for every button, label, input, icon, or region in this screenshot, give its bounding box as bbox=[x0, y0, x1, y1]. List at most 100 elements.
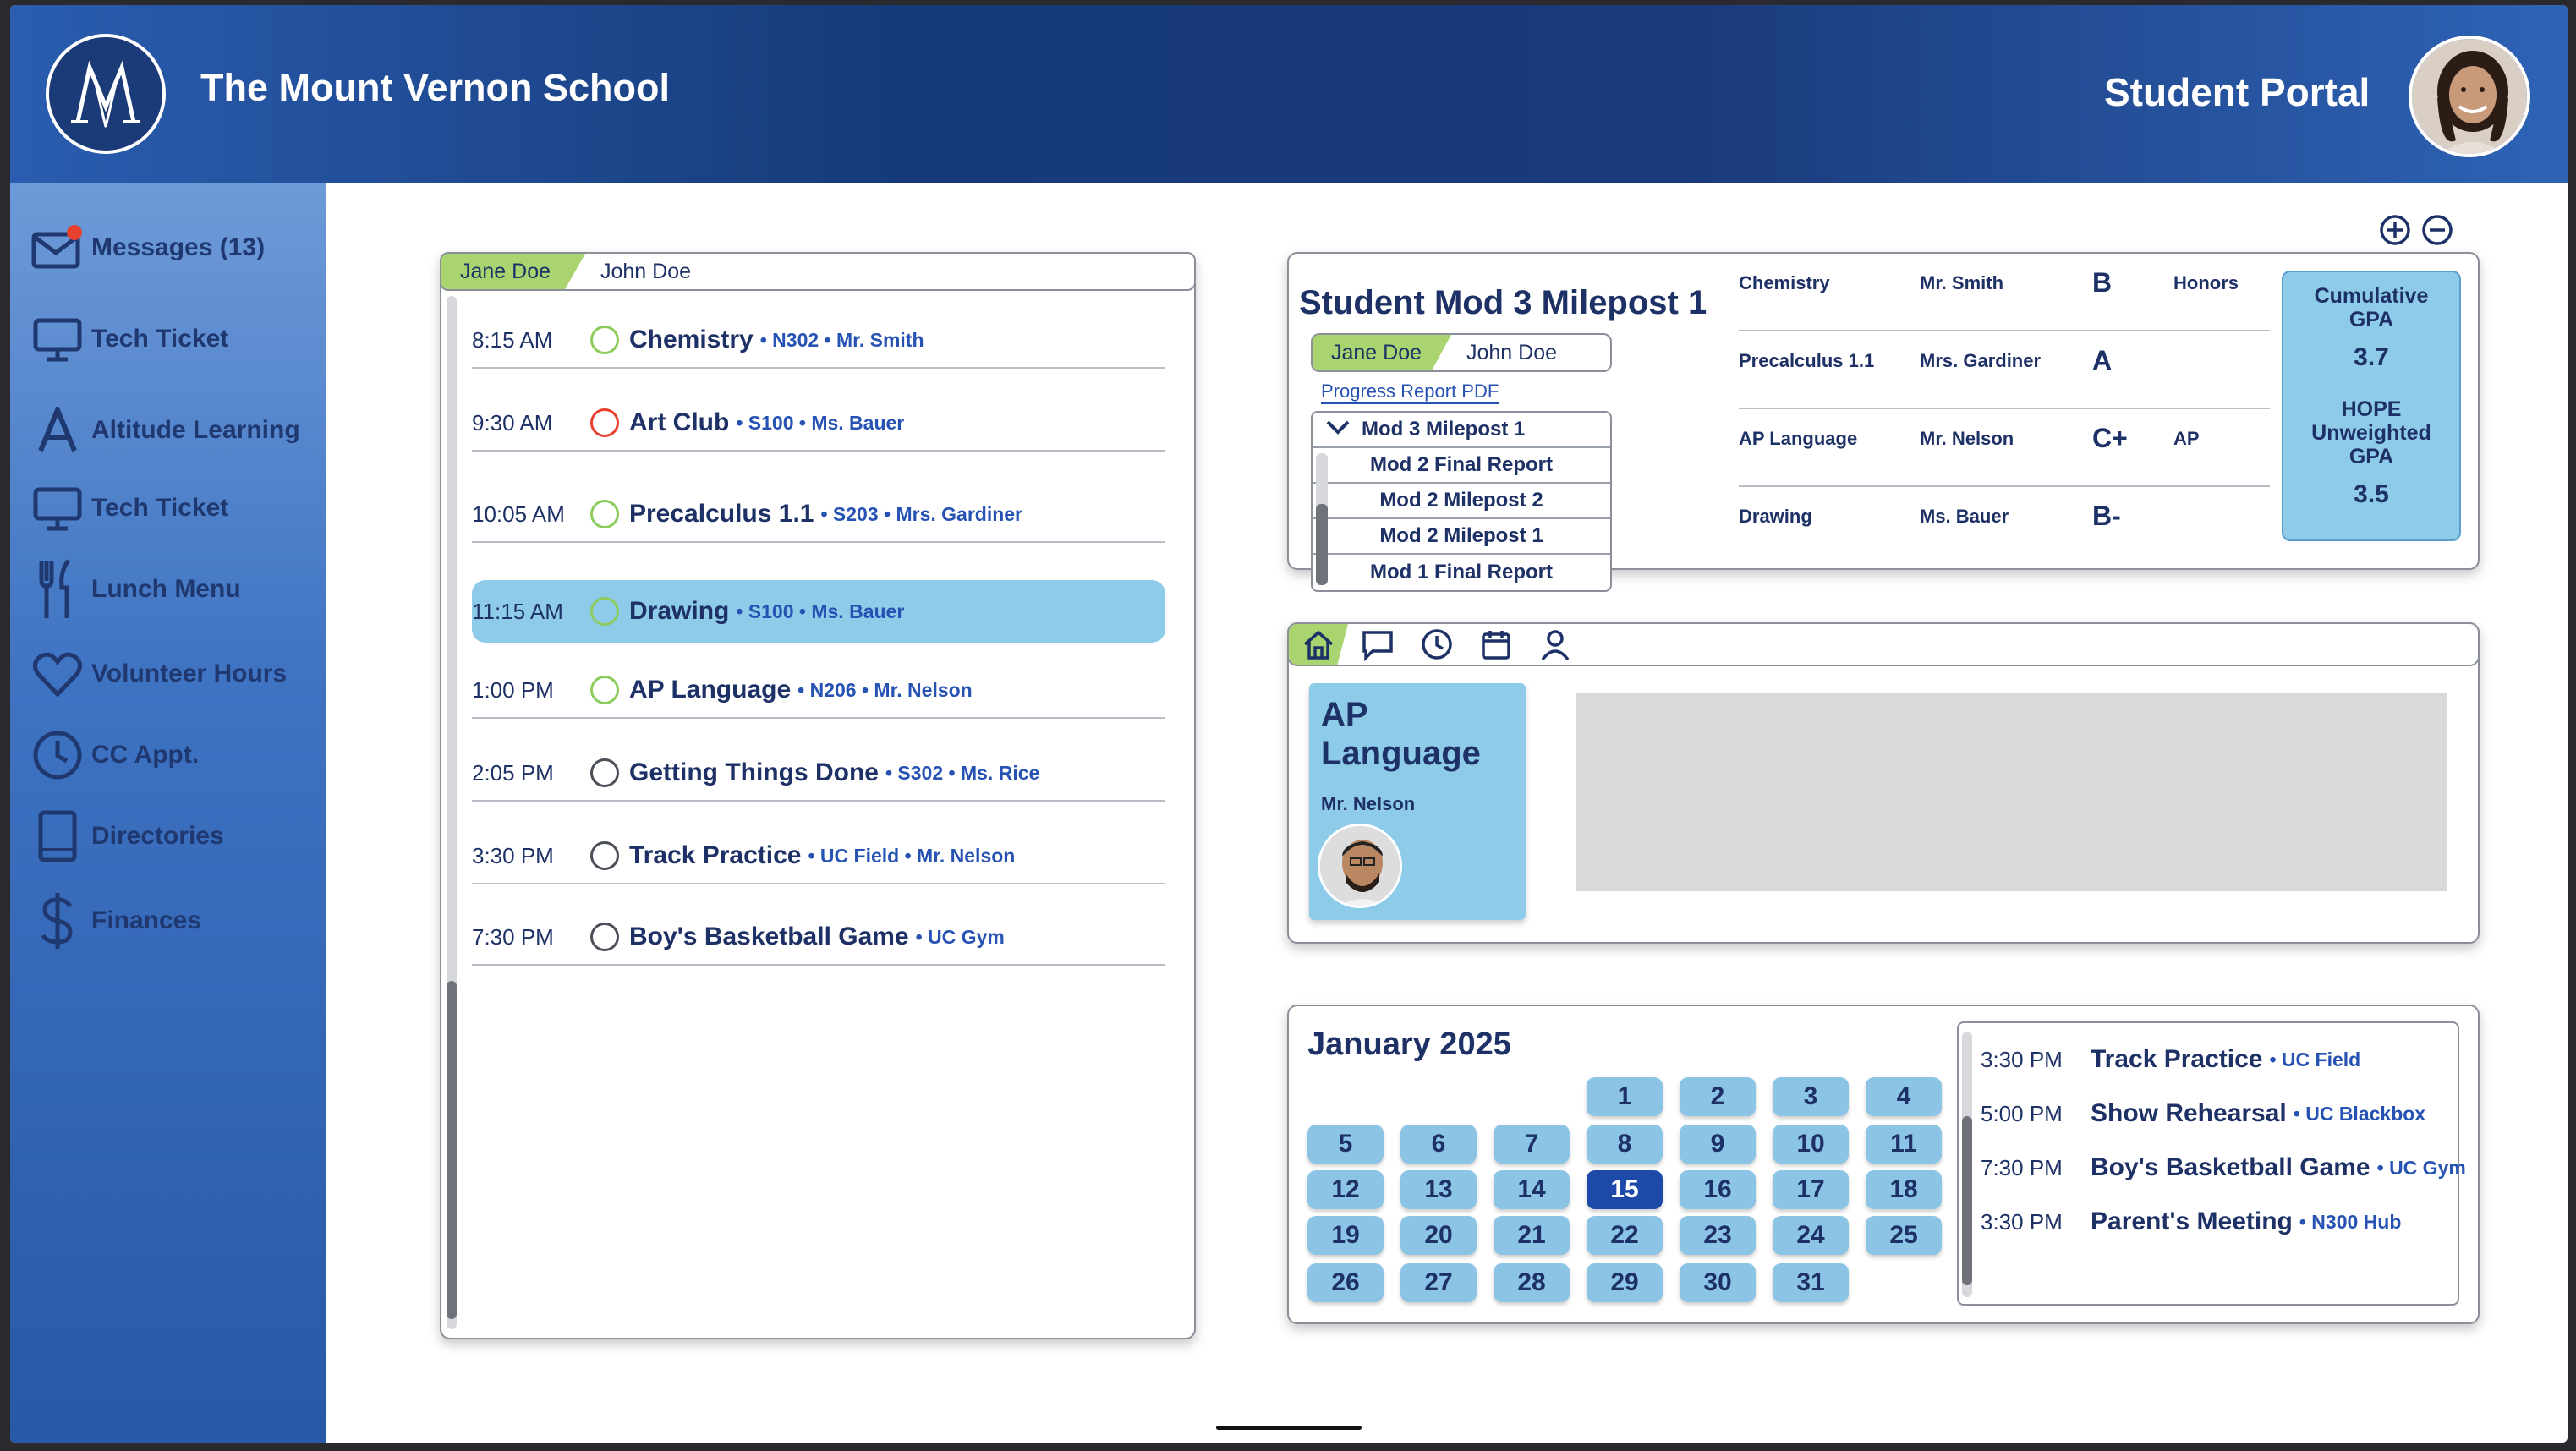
tab-profile[interactable] bbox=[1526, 624, 1585, 665]
sidebar-item-tech-ticket[interactable]: Tech Ticket bbox=[29, 309, 228, 369]
grade-row[interactable]: Chemistry Mr. Smith B Honors bbox=[1739, 254, 2270, 331]
dropdown-scrollbar[interactable] bbox=[1316, 453, 1328, 585]
calendar-day[interactable]: 24 bbox=[1773, 1216, 1849, 1255]
event-row[interactable]: 3:30 PM Parent's Meeting • N300 Hub bbox=[1981, 1201, 2401, 1243]
tab-schedule[interactable] bbox=[1407, 624, 1466, 665]
status-circle-icon[interactable] bbox=[590, 676, 619, 704]
tab-home[interactable] bbox=[1289, 624, 1348, 665]
calendar-day[interactable]: 4 bbox=[1866, 1077, 1942, 1116]
status-circle-icon[interactable] bbox=[590, 758, 619, 787]
schedule-scrollbar[interactable] bbox=[447, 296, 457, 1329]
grade-row[interactable]: AP Language Mr. Nelson C+ AP bbox=[1739, 409, 2270, 487]
schedule-class-detail: • S203 • Mrs. Gardiner bbox=[820, 502, 1023, 525]
events-scrollbar[interactable] bbox=[1962, 1032, 1972, 1297]
status-circle-icon[interactable] bbox=[590, 408, 619, 437]
grade-row[interactable]: Drawing Ms. Bauer B- bbox=[1739, 487, 2270, 565]
sidebar-item-altitude-learning[interactable]: Altitude Learning bbox=[29, 401, 300, 460]
dropdown-option[interactable]: Mod 2 Milepost 1 bbox=[1313, 519, 1610, 555]
schedule-row[interactable]: 8:15 AM Chemistry • N302 • Mr. Smith bbox=[472, 313, 1165, 369]
calendar-day[interactable]: 27 bbox=[1400, 1263, 1477, 1302]
calendar-day[interactable]: 8 bbox=[1587, 1125, 1663, 1164]
schedule-row[interactable]: 2:05 PM Getting Things Done • S302 • Ms. R… bbox=[472, 746, 1165, 802]
calendar-day[interactable]: 15 bbox=[1587, 1170, 1663, 1209]
calendar-day[interactable]: 9 bbox=[1680, 1125, 1756, 1164]
calendar-day[interactable]: 21 bbox=[1494, 1216, 1570, 1255]
calendar-day[interactable]: 18 bbox=[1866, 1170, 1942, 1209]
status-circle-icon[interactable] bbox=[590, 923, 619, 951]
calendar-day[interactable]: 2 bbox=[1680, 1077, 1756, 1116]
class-card[interactable]: AP Language Mr. Nelson bbox=[1309, 683, 1526, 920]
status-circle-icon[interactable] bbox=[590, 326, 619, 354]
sidebar-item-lunch-menu[interactable]: Lunch Menu bbox=[29, 559, 241, 619]
progress-report-link[interactable]: Progress Report PDF bbox=[1321, 381, 1499, 404]
calendar-day[interactable]: 20 bbox=[1400, 1216, 1477, 1255]
calendar-day[interactable]: 23 bbox=[1680, 1216, 1756, 1255]
calendar-day[interactable]: 3 bbox=[1773, 1077, 1849, 1116]
dropdown-option[interactable]: Mod 1 Final Report bbox=[1313, 555, 1610, 590]
schedule-row[interactable]: 10:05 AM Precalculus 1.1 • S203 • Mrs. Gar… bbox=[472, 487, 1165, 543]
status-circle-icon[interactable] bbox=[590, 841, 619, 870]
calendar-day[interactable]: 1 bbox=[1587, 1077, 1663, 1116]
dropdown-option[interactable]: Mod 2 Milepost 2 bbox=[1313, 484, 1610, 519]
calendar-day[interactable]: 31 bbox=[1773, 1263, 1849, 1302]
grades-student-toggle[interactable]: Jane Doe John Doe bbox=[1311, 333, 1612, 372]
status-circle-icon[interactable] bbox=[590, 597, 619, 626]
sidebar-item-finances[interactable]: Finances bbox=[29, 891, 201, 950]
event-location: • UC Field bbox=[2269, 1048, 2361, 1070]
school-logo[interactable] bbox=[46, 34, 166, 154]
calendar-day[interactable]: 22 bbox=[1587, 1216, 1663, 1255]
student-tab-john[interactable]: John Doe bbox=[1451, 335, 1572, 370]
schedule-row[interactable]: 11:15 AM Drawing • S100 • Ms. Bauer bbox=[472, 580, 1165, 643]
sidebar-item-tech-ticket-2[interactable]: Tech Ticket bbox=[29, 479, 228, 538]
calendar-day[interactable]: 16 bbox=[1680, 1170, 1756, 1209]
schedule-row[interactable]: 7:30 PM Boy's Basketball Game • UC Gym bbox=[472, 910, 1165, 966]
calendar-day[interactable]: 13 bbox=[1400, 1170, 1477, 1209]
schedule-row[interactable]: 1:00 PM AP Language • N206 • Mr. Nelson bbox=[472, 663, 1165, 719]
tab-calendar[interactable] bbox=[1466, 624, 1526, 665]
status-circle-icon[interactable] bbox=[590, 500, 619, 528]
sidebar-item-cc-appt[interactable]: CC Appt. bbox=[29, 726, 199, 785]
schedule-row[interactable]: 9:30 AM Art Club • S100 • Ms. Bauer bbox=[472, 396, 1165, 452]
dropdown-option[interactable]: Mod 2 Final Report bbox=[1313, 448, 1610, 484]
report-dropdown[interactable]: Mod 3 Milepost 1 Mod 2 Final Report Mod … bbox=[1311, 411, 1612, 592]
calendar-day[interactable]: 17 bbox=[1773, 1170, 1849, 1209]
sidebar-item-volunteer-hours[interactable]: Volunteer Hours bbox=[29, 644, 287, 704]
calendar-day[interactable]: 7 bbox=[1494, 1125, 1570, 1164]
calendar-day[interactable]: 10 bbox=[1773, 1125, 1849, 1164]
student-tab-jane[interactable]: Jane Doe bbox=[1313, 335, 1451, 370]
schedule-row[interactable]: 3:30 PM Track Practice • UC Field • Mr. Ne… bbox=[472, 829, 1165, 884]
grade-course: Drawing bbox=[1739, 506, 1812, 527]
sidebar-item-messages[interactable]: Messages (13) bbox=[29, 218, 265, 277]
event-row[interactable]: 5:00 PM Show Rehearsal • UC Blackbox bbox=[1981, 1092, 2425, 1135]
calendar-day[interactable]: 30 bbox=[1680, 1263, 1756, 1302]
calendar-day[interactable]: 14 bbox=[1494, 1170, 1570, 1209]
calendar-day[interactable]: 5 bbox=[1307, 1125, 1384, 1164]
event-row[interactable]: 3:30 PM Track Practice • UC Field bbox=[1981, 1038, 2360, 1081]
student-tab-jane[interactable]: Jane Doe bbox=[441, 254, 585, 289]
event-name: Parent's Meeting bbox=[2091, 1207, 2293, 1235]
grade-row[interactable]: Precalculus 1.1 Mrs. Gardiner A bbox=[1739, 331, 2270, 409]
sidebar-item-directories[interactable]: Directories bbox=[29, 807, 224, 866]
event-row[interactable]: 7:30 PM Boy's Basketball Game • UC Gym bbox=[1981, 1147, 2466, 1189]
calendar-day[interactable]: 28 bbox=[1494, 1263, 1570, 1302]
calendar-day[interactable]: 29 bbox=[1587, 1263, 1663, 1302]
calendar-day[interactable]: 26 bbox=[1307, 1263, 1384, 1302]
report-dropdown-selected[interactable]: Mod 3 Milepost 1 bbox=[1313, 413, 1610, 448]
user-avatar[interactable] bbox=[2409, 36, 2530, 157]
calendar-day[interactable]: 19 bbox=[1307, 1216, 1384, 1255]
calendar-day[interactable]: 25 bbox=[1866, 1216, 1942, 1255]
schedule-student-toggle[interactable]: Jane Doe John Doe bbox=[440, 252, 1196, 291]
grade-letter: A bbox=[2092, 345, 2113, 375]
event-time: 5:00 PM bbox=[1981, 1100, 2063, 1126]
calendar-day[interactable]: 6 bbox=[1400, 1125, 1477, 1164]
calendar-day[interactable]: 12 bbox=[1307, 1170, 1384, 1209]
monitor-icon bbox=[29, 309, 86, 369]
zoom-in-icon[interactable] bbox=[2378, 213, 2412, 247]
event-time: 3:30 PM bbox=[1981, 1046, 2063, 1072]
calendar-day[interactable]: 11 bbox=[1866, 1125, 1942, 1164]
zoom-out-icon[interactable] bbox=[2420, 213, 2454, 247]
event-name: Boy's Basketball Game bbox=[2091, 1153, 2370, 1181]
tab-messages[interactable] bbox=[1348, 624, 1407, 665]
student-tab-john[interactable]: John Doe bbox=[585, 254, 706, 289]
home-icon bbox=[1303, 630, 1334, 660]
